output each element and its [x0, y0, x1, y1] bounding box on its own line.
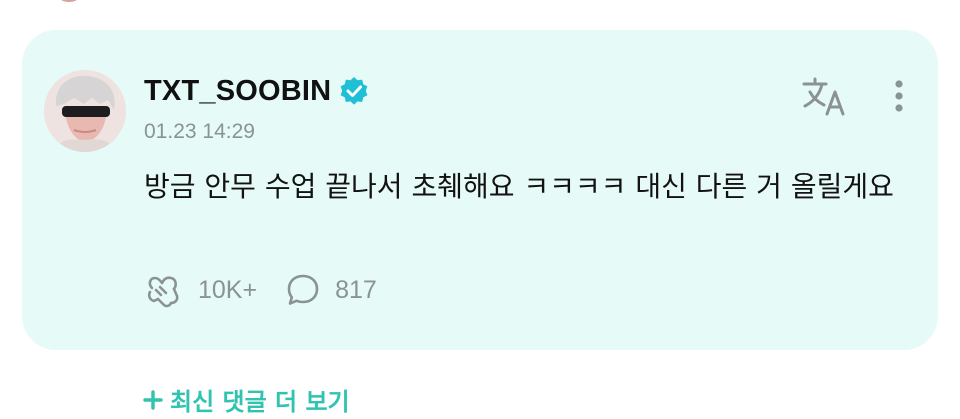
timestamp: 01.23 14:29 — [144, 120, 255, 143]
username-row: TXT_SOOBIN — [144, 72, 369, 110]
username[interactable]: TXT_SOOBIN — [144, 75, 331, 108]
reply-count: 817 — [335, 275, 377, 304]
plus-icon — [143, 389, 163, 410]
translate-button[interactable] — [800, 74, 850, 118]
avatar[interactable] — [44, 70, 126, 152]
like-button[interactable]: 10K+ — [144, 270, 257, 310]
previous-avatar-peek — [52, 0, 86, 2]
speech-bubble-icon — [287, 274, 319, 305]
like-count: 10K+ — [198, 275, 258, 304]
comment-body: 방금 안무 수업 끝나서 초췌해요 ㅋㅋㅋㅋ 대신 다른 거 올릴게요 — [144, 170, 894, 203]
more-options-button[interactable] — [884, 76, 914, 116]
more-comments-button[interactable]: 최신 댓글 더 보기 — [142, 382, 350, 417]
reply-button[interactable]: 817 — [285, 272, 377, 308]
translate-icon — [802, 77, 845, 116]
comment-actions: 10K+ 817 — [144, 270, 405, 310]
verified-badge-icon — [339, 76, 369, 106]
heart-hands-icon — [147, 276, 179, 308]
avatar-image — [44, 70, 126, 152]
comment-card: TXT_SOOBIN 01.23 14:29 방금 안무 수업 끝나서 초췌해요… — [22, 30, 938, 350]
more-comments-label: 최신 댓글 더 보기 — [170, 388, 350, 416]
more-vertical-icon — [895, 80, 903, 112]
